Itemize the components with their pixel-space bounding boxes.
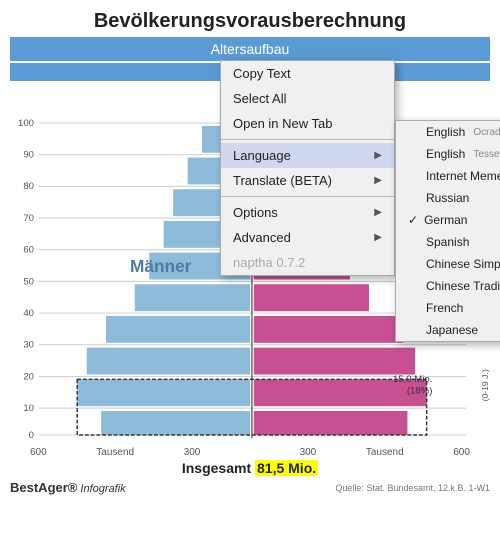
svg-text:Männer: Männer	[130, 256, 192, 276]
context-menu: Copy Text Select All Open in New Tab Lan…	[220, 60, 395, 276]
select-all-item[interactable]: Select All	[221, 86, 394, 111]
language-submenu: English Ocrad.js English Tesseract Inter…	[395, 120, 500, 342]
lang-internet-meme[interactable]: Internet Meme	[396, 165, 500, 187]
svg-text:60: 60	[23, 245, 34, 256]
svg-text:80: 80	[23, 181, 34, 192]
advanced-submenu-arrow: ▶	[374, 232, 382, 243]
advanced-item[interactable]: Advanced ▶	[221, 225, 394, 250]
lang-russian[interactable]: Russian	[396, 187, 500, 209]
svg-text:50: 50	[23, 276, 34, 287]
lang-japanese[interactable]: Japanese	[396, 319, 500, 341]
footer: BestAger® Infografik Quelle: Stat. Bunde…	[10, 480, 490, 495]
lang-chinese-simplified[interactable]: Chinese Simplified	[396, 253, 500, 275]
context-menu-overlay: Copy Text Select All Open in New Tab Lan…	[220, 60, 395, 276]
copy-text-item[interactable]: Copy Text	[221, 61, 394, 86]
source-label: Quelle: Stat. Bundesamt, 12.k.B. 1-W1	[335, 483, 490, 493]
svg-text:(0-19 J.): (0-19 J.)	[480, 369, 490, 401]
lang-chinese-traditional[interactable]: Chinese Traditional	[396, 275, 500, 297]
svg-text:40: 40	[23, 308, 34, 319]
svg-text:70: 70	[23, 213, 34, 224]
open-new-tab-item[interactable]: Open in New Tab	[221, 111, 394, 136]
svg-text:10: 10	[23, 403, 34, 414]
infographic-title: Bevölkerungsvorausberechnung	[10, 10, 490, 33]
svg-text:(18%): (18%)	[407, 386, 433, 397]
language-submenu-arrow: ▶	[374, 150, 382, 161]
lang-french[interactable]: French	[396, 297, 500, 319]
options-item[interactable]: Options ▶	[221, 200, 394, 225]
bottom-axis-labels: 600 Tausend 300 300 Tausend 600	[10, 447, 490, 458]
options-submenu-arrow: ▶	[374, 207, 382, 218]
lang-german[interactable]: German	[396, 209, 500, 231]
lang-english-ocrad[interactable]: English Ocrad.js	[396, 121, 500, 143]
lang-spanish[interactable]: Spanish	[396, 231, 500, 253]
svg-text:0: 0	[29, 430, 34, 441]
svg-text:20: 20	[23, 371, 34, 382]
lang-english-tesseract[interactable]: English Tesseract	[396, 143, 500, 165]
svg-text:30: 30	[23, 340, 34, 351]
separator-2	[221, 196, 394, 197]
svg-text:15,0 Mio.: 15,0 Mio.	[393, 374, 432, 385]
svg-text:100: 100	[18, 118, 34, 129]
separator-1	[221, 139, 394, 140]
svg-text:90: 90	[23, 150, 34, 161]
bestager-brand: BestAger® Infografik	[10, 480, 126, 495]
insgesamt-label: Insgesamt 81,5 Mio.	[10, 460, 490, 476]
language-item[interactable]: Language ▶	[221, 143, 394, 168]
naptha-item: naptha 0.7.2	[221, 250, 394, 275]
translate-submenu-arrow: ▶	[374, 175, 382, 186]
translate-item[interactable]: Translate (BETA) ▶	[221, 168, 394, 193]
infographic-subtitle: Altersaufbau	[10, 37, 490, 61]
